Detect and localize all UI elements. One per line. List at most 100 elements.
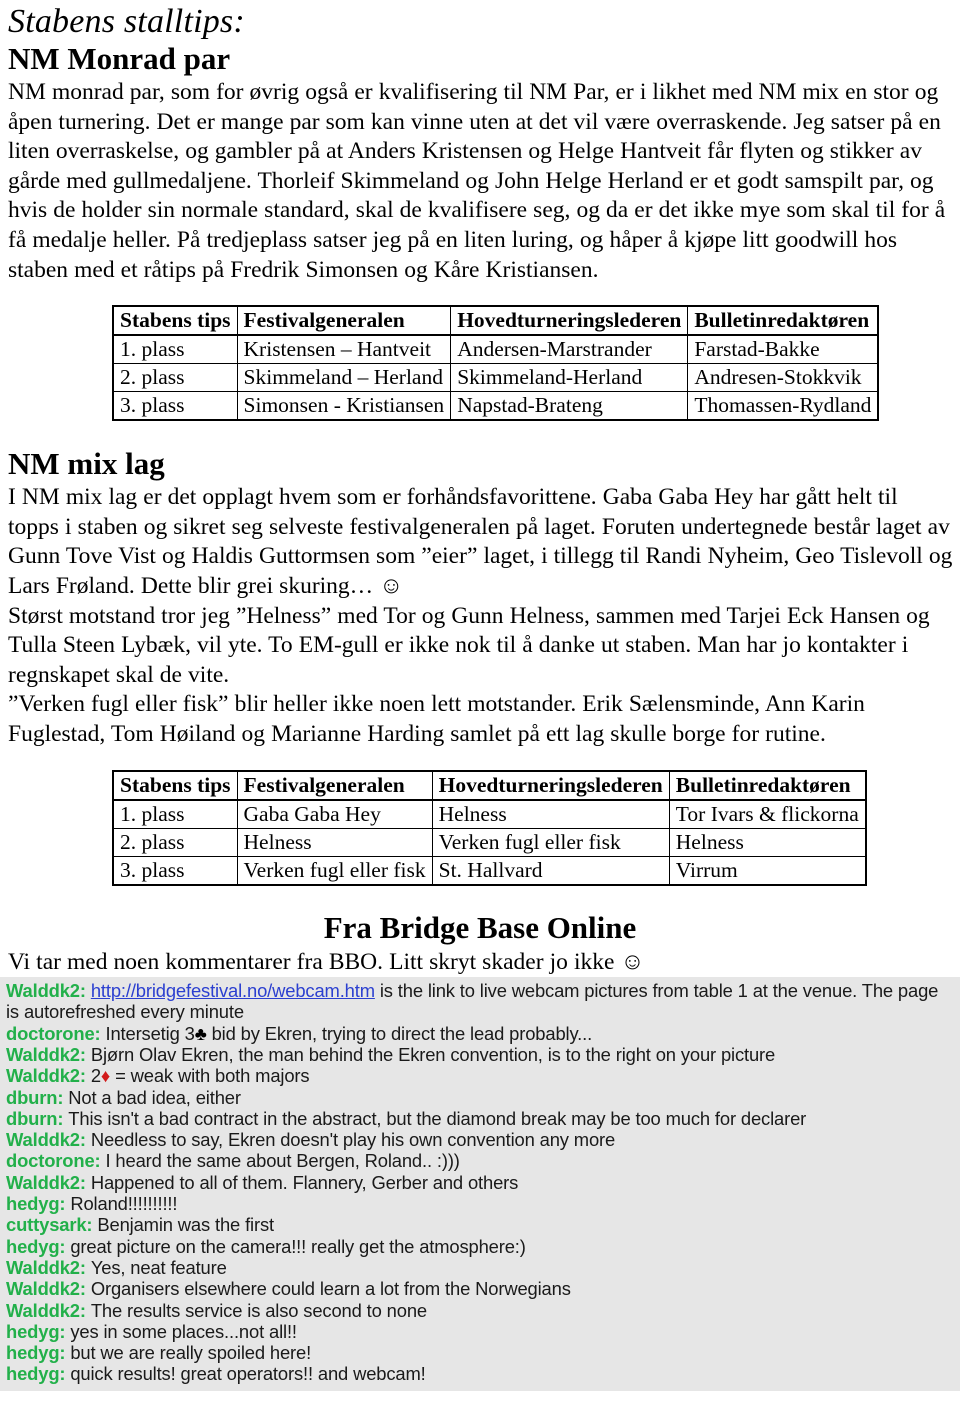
chat-line: dburn: This isn't a bad contract in the … xyxy=(6,1108,956,1129)
table1-cell: 3. plass xyxy=(111,391,238,422)
table2-cell: Verken fugl eller fisk xyxy=(236,855,433,886)
chat-message-text: Roland!!!!!!!!!! xyxy=(70,1193,178,1215)
chat-message-text: Yes, neat feature xyxy=(90,1256,227,1278)
section3-intro-paragraph: Vi tar med noen kommentarer fra BBO. Lit… xyxy=(8,948,645,975)
chat-line: Walddk2: Needless to say, Ekren doesn't … xyxy=(6,1129,956,1150)
chat-username: doctorone: xyxy=(6,1150,106,1172)
chat-message-text: yes in some places...not all!! xyxy=(70,1320,297,1342)
chat-line: dburn: Not a bad idea, either xyxy=(6,1087,956,1108)
table1-cell: Skimmeland – Herland xyxy=(236,363,452,393)
tips-table-2-wrapper: Stabens tips Festivalgeneralen Hovedturn… xyxy=(0,769,960,886)
chat-message-text: Needless to say, Ekren doesn't play his … xyxy=(90,1129,616,1151)
chat-message-text: quick results! great operators!! and web… xyxy=(70,1363,426,1385)
chat-username: Walddk2: xyxy=(6,1256,91,1278)
table1-header-cell: Hovedturneringslederen xyxy=(450,305,689,337)
chat-line: hedyg: yes in some places...not all!! xyxy=(6,1321,956,1342)
chat-line: Walddk2: Yes, neat feature xyxy=(6,1257,956,1278)
chat-message-text: great picture on the camera!!! really ge… xyxy=(70,1235,526,1257)
chat-line: doctorone: Intersetig 3♣ bid by Ekren, t… xyxy=(6,1023,956,1044)
chat-message-text: bid by Ekren, trying to direct the lead … xyxy=(206,1022,593,1044)
chat-line: doctorone: I heard the same about Bergen… xyxy=(6,1150,956,1171)
table2-cell: 3. plass xyxy=(111,855,238,886)
chat-username: dburn: xyxy=(6,1086,69,1108)
chat-message-text: Benjamin was the first xyxy=(97,1214,274,1236)
chat-username: Walddk2: xyxy=(6,980,91,1002)
table1-cell: Napstad-Brateng xyxy=(450,391,689,422)
chat-message-text: but we are really spoiled here! xyxy=(70,1342,312,1364)
table1-cell: Andersen-Marstrander xyxy=(450,334,689,365)
chat-line: hedyg: but we are really spoiled here! xyxy=(6,1342,956,1363)
section-heading-nm-mix-lag: NM mix lag xyxy=(8,446,165,482)
chat-username: hedyg: xyxy=(6,1320,71,1342)
table1-cell: 2. plass xyxy=(111,363,238,393)
table-header-row: Stabens tips Festivalgeneralen Hovedturn… xyxy=(111,769,867,801)
table2-cell: 2. plass xyxy=(111,827,238,857)
chat-line: hedyg: great picture on the camera!!! re… xyxy=(6,1236,956,1257)
table2-cell: Tor Ivars & flickorna xyxy=(668,799,867,829)
chat-username: cuttysark: xyxy=(6,1214,98,1236)
section2-paragraph-2: Størst motstand tror jeg ”Helness” med T… xyxy=(8,602,930,688)
document-page: Stabens stalltips: NM Monrad par NM monr… xyxy=(0,0,960,1409)
table2-header-cell: Stabens tips xyxy=(111,769,238,801)
table-row: 2. plass Helness Verken fugl eller fisk … xyxy=(111,827,867,857)
chat-line: hedyg: Roland!!!!!!!!!! xyxy=(6,1193,956,1214)
chat-username: Walddk2: xyxy=(6,1043,91,1065)
chat-text-pre: Intersetig 3 xyxy=(105,1022,195,1044)
chat-line: Walddk2: Bjørn Olav Ekren, the man behin… xyxy=(6,1044,956,1065)
bbo-chat-log: Walddk2: http://bridgefestival.no/webcam… xyxy=(0,977,960,1391)
table2-cell: Gaba Gaba Hey xyxy=(236,799,433,829)
table-row: 2. plass Skimmeland – Herland Skimmeland… xyxy=(111,363,880,393)
table2-header-cell: Bulletinredaktøren xyxy=(668,769,867,801)
chat-line: cuttysark: Benjamin was the first xyxy=(6,1214,956,1235)
chat-line: Walddk2: The results service is also sec… xyxy=(6,1300,956,1321)
table2-cell: Helness xyxy=(431,799,670,829)
chat-username: hedyg: xyxy=(6,1235,71,1257)
table1-header-cell: Bulletinredaktøren xyxy=(687,305,880,337)
tips-table-2: Stabens tips Festivalgeneralen Hovedturn… xyxy=(111,769,867,886)
chat-message-text: Organisers elsewhere could learn a lot f… xyxy=(90,1278,571,1300)
chat-message-text: Bjørn Olav Ekren, the man behind the Ekr… xyxy=(90,1043,776,1065)
section-heading-fra-bridge-base-online: Fra Bridge Base Online xyxy=(323,909,637,945)
tips-table-1: Stabens tips Festivalgeneralen Hovedturn… xyxy=(111,305,880,422)
chat-username: Walddk2: xyxy=(6,1129,91,1151)
table1-cell: Andresen-Stokkvik xyxy=(687,363,880,393)
chat-username: hedyg: xyxy=(6,1363,71,1385)
chat-message-text: = weak with both majors xyxy=(110,1065,310,1087)
chat-text-pre: 2 xyxy=(90,1065,101,1087)
table2-cell: Virrum xyxy=(668,855,867,886)
chat-username: Walddk2: xyxy=(6,1171,91,1193)
chat-username: hedyg: xyxy=(6,1193,71,1215)
table1-header-cell: Festivalgeneralen xyxy=(236,305,452,337)
table-row: 1. plass Gaba Gaba Hey Helness Tor Ivars… xyxy=(111,799,867,829)
table2-header-cell: Festivalgeneralen xyxy=(236,769,433,801)
table-header-row: Stabens tips Festivalgeneralen Hovedturn… xyxy=(111,305,880,337)
table1-header-cell: Stabens tips xyxy=(111,305,238,337)
chat-link[interactable]: http://bridgefestival.no/webcam.htm xyxy=(91,980,375,1001)
table1-cell: Thomassen-Rydland xyxy=(687,391,880,422)
kicker-heading: Stabens stalltips: xyxy=(8,3,245,40)
table2-cell: Helness xyxy=(236,827,433,857)
table2-cell: St. Hallvard xyxy=(431,855,670,886)
section2-paragraph-3: ”Verken fugl eller fisk” blir heller ikk… xyxy=(8,691,865,747)
chat-message-text: The results service is also second to no… xyxy=(90,1299,427,1321)
chat-message-text: Happened to all of them. Flannery, Gerbe… xyxy=(90,1171,519,1193)
table1-cell: Simonsen - Kristiansen xyxy=(236,391,452,422)
diamond-suit-icon: ♦ xyxy=(100,1065,111,1087)
table2-header-cell: Hovedturneringslederen xyxy=(431,769,670,801)
table1-cell: Skimmeland-Herland xyxy=(450,363,689,393)
table1-cell: Kristensen – Hantveit xyxy=(236,334,452,365)
chat-line: Walddk2: Organisers elsewhere could lear… xyxy=(6,1278,956,1299)
table1-cell: Farstad-Bakke xyxy=(687,334,880,365)
table-row: 3. plass Simonsen - Kristiansen Napstad-… xyxy=(111,391,880,422)
table2-cell: 1. plass xyxy=(111,799,238,829)
table-row: 3. plass Verken fugl eller fisk St. Hall… xyxy=(111,855,867,886)
chat-username: Walddk2: xyxy=(6,1065,91,1087)
chat-username: hedyg: xyxy=(6,1342,71,1364)
tips-table-1-wrapper: Stabens tips Festivalgeneralen Hovedturn… xyxy=(0,305,960,422)
chat-line: Walddk2: Happened to all of them. Flanne… xyxy=(6,1172,956,1193)
section1-paragraph: NM monrad par, som for øvrig også er kva… xyxy=(8,79,946,283)
section-heading-nm-monrad-par: NM Monrad par xyxy=(8,41,231,76)
